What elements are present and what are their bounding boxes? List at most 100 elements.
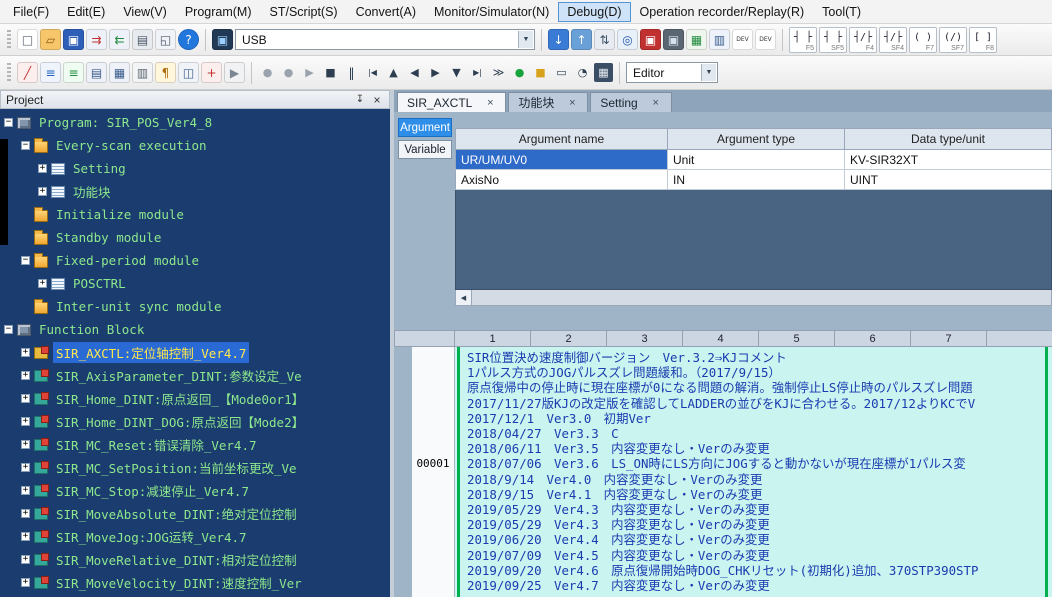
play-disabled-icon[interactable]: ▶ <box>300 63 319 82</box>
fkey-f8-button[interactable]: [ ]F8 <box>969 27 997 53</box>
expand-icon[interactable] <box>38 187 47 196</box>
menu-tool[interactable]: Tool(T) <box>813 2 870 22</box>
expand-icon[interactable] <box>21 578 30 587</box>
tree-item-inter-unit[interactable]: Inter-unit sync module <box>0 295 390 318</box>
expand-icon[interactable] <box>21 440 30 449</box>
hand-edit-icon[interactable]: + <box>201 62 222 83</box>
run-continue-icon[interactable]: ≫ <box>489 63 508 82</box>
argument-cell[interactable]: IN <box>668 170 845 190</box>
film-view-icon[interactable]: ▥ <box>132 62 153 83</box>
help-icon[interactable]: ? <box>178 29 199 50</box>
argument-panel-tab-variable[interactable]: Variable <box>398 140 452 159</box>
expand-icon[interactable] <box>21 371 30 380</box>
record-standby-icon[interactable]: ● <box>258 63 277 82</box>
scroll-track[interactable] <box>472 290 1051 305</box>
device-comment-icon[interactable]: ◫ <box>178 62 199 83</box>
close-icon[interactable] <box>370 93 384 107</box>
mnemonic-list-icon[interactable]: ≡ <box>63 62 84 83</box>
device-window-2-icon[interactable]: DEV <box>755 29 776 50</box>
scroll-left-icon[interactable] <box>456 290 472 305</box>
editor-select[interactable]: Editor <box>626 62 718 83</box>
save-project-icon[interactable]: ▣ <box>63 29 84 50</box>
registration-monitor-icon[interactable]: ▦ <box>686 29 707 50</box>
tree-item-sir-moveabsolute[interactable]: SIR_MoveAbsolute_DINT:绝对定位控制 <box>0 502 390 525</box>
tree-item-sir-movejog[interactable]: SIR_MoveJog:JOG运转_Ver4.7 <box>0 525 390 548</box>
expand-icon[interactable] <box>21 348 30 357</box>
tree-item-sir-mc-setposition[interactable]: SIR_MC_SetPosition:当前坐标更改_Ve <box>0 456 390 479</box>
tab-sir-axctl[interactable]: SIR_AXCTL <box>397 92 506 112</box>
read-from-plc-icon[interactable]: ↑ <box>571 29 592 50</box>
pin-icon[interactable] <box>353 93 367 107</box>
expand-icon[interactable] <box>21 394 30 403</box>
fkey-sf7-button[interactable]: (/)SF7 <box>939 27 967 53</box>
step-up-icon[interactable]: ▲ <box>384 63 403 82</box>
menu-debug[interactable]: Debug(D) <box>558 2 630 22</box>
toolbar-grip[interactable] <box>7 63 11 83</box>
new-project-icon[interactable]: □ <box>17 29 38 50</box>
argument-cell[interactable]: KV-SIR32XT <box>845 150 1052 170</box>
chevron-down-icon[interactable] <box>701 64 716 81</box>
unit-monitor-icon[interactable]: ▥ <box>709 29 730 50</box>
tree-item-sir-mc-stop[interactable]: SIR_MC_Stop:减速停止_Ver4.7 <box>0 479 390 502</box>
menu-view[interactable]: View(V) <box>114 2 176 22</box>
comm-monitor-icon[interactable]: ▣ <box>212 29 233 50</box>
argument-cell[interactable]: UINT <box>845 170 1052 190</box>
grid-view-icon[interactable]: ▦ <box>109 62 130 83</box>
tree-item-posctrl[interactable]: POSCTRL <box>0 272 390 295</box>
verify-program-icon[interactable]: ⇅ <box>594 29 615 50</box>
step-last-icon[interactable]: ▶| <box>468 63 487 82</box>
tree-item-sir-movevelocity[interactable]: SIR_MoveVelocity_DINT:速度控制_Ver <box>0 571 390 594</box>
online-run-icon[interactable]: ● <box>510 63 529 82</box>
rung-comment-block[interactable]: SIR位置決め速度制御バージョン Ver.3.2⇒KJコメント1パルス方式のJO… <box>455 347 1052 597</box>
tab-gongnengkuai[interactable]: 功能块 <box>508 92 588 112</box>
print-icon[interactable]: ▤ <box>132 29 153 50</box>
argument-cell[interactable]: UR/UM/UV0 <box>455 150 668 170</box>
fkey-f4-button[interactable]: ┤/├F4 <box>849 27 877 53</box>
tree-item-gongnengkuai[interactable]: 功能块 <box>0 180 390 203</box>
menu-file[interactable]: File(F) <box>4 2 58 22</box>
menu-monitor-simulator[interactable]: Monitor/Simulator(N) <box>425 2 558 22</box>
tab-close-icon[interactable] <box>566 97 578 109</box>
step-back-icon[interactable]: ◀ <box>405 63 424 82</box>
fkey-sf5-button[interactable]: ┤ ├SF5 <box>819 27 847 53</box>
tree-item-standby[interactable]: Standby module <box>0 226 390 249</box>
expand-icon[interactable] <box>21 509 30 518</box>
open-project-icon[interactable]: ▱ <box>40 29 61 50</box>
tree-item-initialize[interactable]: Initialize module <box>0 203 390 226</box>
tree-item-sir-home-dog[interactable]: SIR_Home_DINT_DOG:原点返回【Mode2】 <box>0 410 390 433</box>
expand-icon[interactable] <box>21 417 30 426</box>
tree-item-sir-mc-reset[interactable]: SIR_MC_Reset:错误清除_Ver4.7 <box>0 433 390 456</box>
watch-window-icon[interactable]: ▭ <box>552 63 571 82</box>
chevron-down-icon[interactable] <box>518 31 533 48</box>
pause-hand-icon[interactable]: ■ <box>531 63 550 82</box>
tree-item-every-scan[interactable]: Every-scan execution <box>0 134 390 157</box>
monitor-mode-icon[interactable]: ▣ <box>640 29 661 50</box>
tab-setting[interactable]: Setting <box>590 92 671 112</box>
test-run-icon[interactable]: ▶ <box>224 62 245 83</box>
ladder-diagram-icon[interactable]: ▤ <box>86 62 107 83</box>
capture-icon[interactable]: ▦ <box>594 63 613 82</box>
tree-item-sir-axisparameter[interactable]: SIR_AxisParameter_DINT:参数设定_Ve <box>0 364 390 387</box>
expand-icon[interactable] <box>21 555 30 564</box>
menu-convert[interactable]: Convert(A) <box>347 2 425 22</box>
step-forward-icon[interactable]: ▶ <box>426 63 445 82</box>
ladder-row-gutter[interactable]: 00001 <box>412 347 455 597</box>
fkey-f5-button[interactable]: ┤ ├F5 <box>789 27 817 53</box>
expand-icon[interactable] <box>38 279 47 288</box>
collapse-icon[interactable] <box>21 141 30 150</box>
fkey-f7-button[interactable]: ( )F7 <box>909 27 937 53</box>
comm-port-select[interactable]: USB <box>235 29 535 50</box>
step-down-icon[interactable]: ▼ <box>447 63 466 82</box>
receive-mail-icon[interactable]: ⇇ <box>109 29 130 50</box>
tab-close-icon[interactable] <box>650 97 662 109</box>
pause-icon[interactable]: ‖ <box>342 63 361 82</box>
argument-panel-tab-argument[interactable]: Argument <box>398 118 452 137</box>
tree-item-function-block[interactable]: Function Block <box>0 318 390 341</box>
menu-st-script[interactable]: ST/Script(S) <box>261 2 347 22</box>
argument-cell[interactable]: AxisNo <box>455 170 668 190</box>
print-preview-icon[interactable]: ◱ <box>155 29 176 50</box>
tab-close-icon[interactable] <box>484 97 496 109</box>
menu-edit[interactable]: Edit(E) <box>58 2 114 22</box>
tree-item-sir-home[interactable]: SIR_Home_DINT:原点返回_【Mode0or1】 <box>0 387 390 410</box>
menu-program[interactable]: Program(M) <box>176 2 261 22</box>
